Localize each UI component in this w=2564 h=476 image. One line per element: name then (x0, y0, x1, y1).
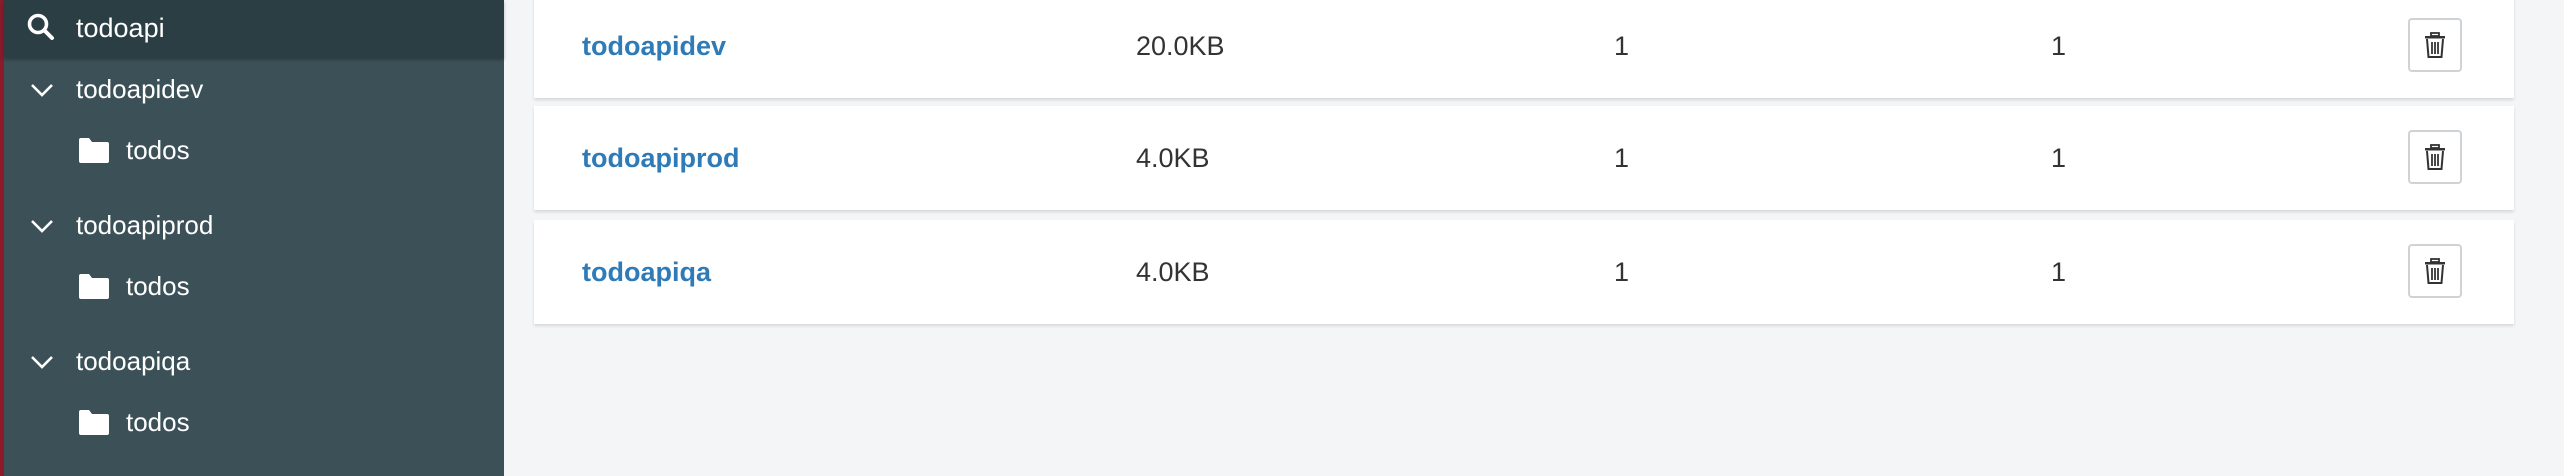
sidebar-collection-label: todos (126, 271, 190, 301)
delete-database-button[interactable] (2408, 130, 2462, 184)
indexes-count: 1 (2051, 257, 2067, 287)
sidebar-collection-todos[interactable]: todos (4, 120, 504, 180)
sidebar-collection-label: todos (126, 135, 190, 165)
database-name-link[interactable]: todoapidev (582, 0, 726, 98)
sidebar-collection-todos[interactable]: todos (4, 392, 504, 452)
indexes-count: 1 (2051, 143, 2067, 173)
collections-count: 1 (1614, 143, 1630, 173)
indexes-count: 1 (2051, 31, 2067, 61)
sidebar-collection-todos[interactable]: todos (4, 256, 504, 316)
search-icon (27, 13, 54, 40)
folder-icon (79, 410, 109, 435)
chevron-down-icon[interactable] (28, 348, 56, 376)
storage-size: 4.0KB (1136, 143, 1210, 173)
trash-icon (2425, 144, 2445, 170)
sidebar-db-label: todoapiprod (76, 210, 214, 240)
trash-icon (2425, 258, 2445, 284)
sidebar-db-label: todoapidev (76, 74, 204, 104)
sidebar-db-label: todoapiqa (76, 346, 191, 376)
sidebar-search (4, 0, 504, 58)
database-name-link[interactable]: todoapiprod (582, 106, 739, 210)
folder-icon (79, 138, 109, 163)
storage-size: 4.0KB (1136, 257, 1210, 287)
sidebar-db-todoapiprod[interactable]: todoapiprod (4, 194, 504, 254)
delete-database-button[interactable] (2408, 18, 2462, 72)
collections-count: 1 (1614, 257, 1630, 287)
sidebar-db-todoapiqa[interactable]: todoapiqa (4, 330, 504, 390)
storage-size: 20.0KB (1136, 31, 1225, 61)
table-row: todoapidev 20.0KB 1 1 (534, 0, 2514, 98)
sidebar-db-todoapidev[interactable]: todoapidev (4, 58, 504, 118)
delete-database-button[interactable] (2408, 244, 2462, 298)
sidebar: todoapidev todos todoapiprod todos todoa… (0, 0, 504, 476)
chevron-down-icon[interactable] (28, 212, 56, 240)
table-row: todoapiqa 4.0KB 1 1 (534, 220, 2514, 324)
table-row: todoapiprod 4.0KB 1 1 (534, 106, 2514, 210)
sidebar-collection-label: todos (126, 407, 190, 437)
collections-count: 1 (1614, 31, 1630, 61)
trash-icon (2425, 32, 2445, 58)
search-input[interactable] (76, 8, 476, 48)
database-name-link[interactable]: todoapiqa (582, 220, 711, 324)
chevron-down-icon[interactable] (28, 76, 56, 104)
folder-icon (79, 274, 109, 299)
